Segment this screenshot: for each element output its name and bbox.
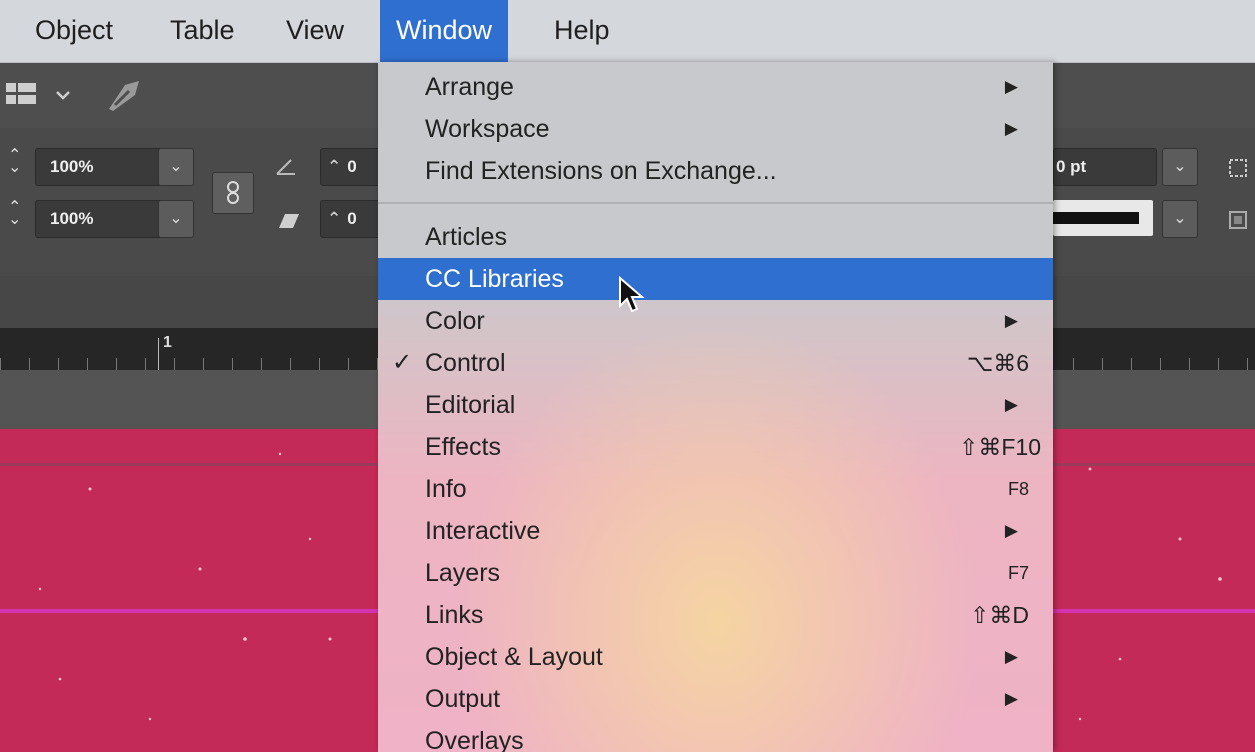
- scale-x-field[interactable]: 100%: [35, 148, 165, 186]
- submenu-arrow-icon: ▶: [1004, 521, 1018, 540]
- menu-item-color[interactable]: Color ▶: [378, 300, 1053, 342]
- layout-icon[interactable]: [6, 81, 40, 107]
- window-menu: Arrange ▶ Workspace ▶ Find Extensions on…: [378, 62, 1053, 752]
- stroke-weight-dropdown[interactable]: ⌄: [1162, 148, 1198, 186]
- angle-field[interactable]: ⌃ 0: [320, 148, 386, 186]
- submenu-arrow-icon: ▶: [1004, 395, 1018, 414]
- stroke-style-swatch[interactable]: [1053, 200, 1153, 236]
- link-chain-icon[interactable]: [212, 172, 254, 214]
- shortcut-label: F8: [1007, 479, 1029, 499]
- submenu-arrow-icon: ▶: [1004, 311, 1018, 330]
- shortcut-label: F7: [1007, 563, 1029, 583]
- menu-item-interactive[interactable]: Interactive ▶: [378, 510, 1053, 552]
- scale-x-dropdown[interactable]: ⌄: [158, 148, 194, 186]
- menu-window[interactable]: Window: [380, 0, 509, 62]
- menu-item-control[interactable]: ✓ Control ⌥⌘6: [378, 342, 1053, 384]
- menu-item-arrange[interactable]: Arrange ▶: [378, 66, 1053, 108]
- menu-item-workspace[interactable]: Workspace ▶: [378, 108, 1053, 150]
- shear-icon: [279, 214, 299, 228]
- shear-field[interactable]: ⌃ 0: [320, 200, 386, 238]
- menu-object[interactable]: Object: [19, 0, 129, 62]
- shortcut-label: ⌥⌘6: [966, 350, 1029, 376]
- menu-table[interactable]: Table: [154, 0, 251, 62]
- menu-item-object-layout[interactable]: Object & Layout ▶: [378, 636, 1053, 678]
- menu-item-overlays[interactable]: Overlays: [378, 720, 1053, 752]
- shortcut-label: ⇧⌘D: [970, 602, 1029, 628]
- scale-y-field[interactable]: 100%: [35, 200, 165, 238]
- stroke-weight-field[interactable]: 0 pt: [1053, 148, 1157, 186]
- menu-item-effects[interactable]: Effects ⇧⌘F10: [378, 426, 1053, 468]
- menu-separator: [378, 202, 1053, 204]
- pen-tool-icon[interactable]: [105, 77, 145, 113]
- menu-item-find-extensions[interactable]: Find Extensions on Exchange...: [378, 150, 1053, 192]
- menu-item-output[interactable]: Output ▶: [378, 678, 1053, 720]
- ruler-label: 1: [163, 334, 172, 351]
- submenu-arrow-icon: ▶: [1004, 647, 1018, 666]
- chevron-down-icon[interactable]: [55, 89, 71, 101]
- submenu-arrow-icon: ▶: [1004, 77, 1018, 96]
- shortcut-label: ⇧⌘F10: [959, 434, 1041, 460]
- scale-y-dropdown[interactable]: ⌄: [158, 200, 194, 238]
- angle-icon: [276, 159, 295, 175]
- menu-item-layers[interactable]: Layers F7: [378, 552, 1053, 594]
- stroke-style-dropdown[interactable]: ⌄: [1162, 200, 1198, 238]
- menu-item-articles[interactable]: Articles: [378, 216, 1053, 258]
- frame-icon[interactable]: [1228, 158, 1248, 178]
- submenu-arrow-icon: ▶: [1004, 119, 1018, 138]
- menu-item-editorial[interactable]: Editorial ▶: [378, 384, 1053, 426]
- menu-help[interactable]: Help: [538, 0, 626, 62]
- menu-item-cc-libraries[interactable]: CC Libraries: [378, 258, 1053, 300]
- menu-view[interactable]: View: [270, 0, 360, 62]
- stepper-icon[interactable]: ⌃ ⌄: [8, 148, 21, 176]
- submenu-arrow-icon: ▶: [1004, 689, 1018, 708]
- arrow-cursor-icon: [619, 276, 645, 313]
- menu-item-info[interactable]: Info F8: [378, 468, 1053, 510]
- menubar: Object Table View Window Help: [0, 0, 1255, 63]
- menu-item-links[interactable]: Links ⇧⌘D: [378, 594, 1053, 636]
- stepper-icon[interactable]: ⌃ ⌄: [8, 200, 21, 228]
- checkmark-icon: ✓: [392, 349, 413, 376]
- frame-fitting-icon[interactable]: [1228, 210, 1248, 230]
